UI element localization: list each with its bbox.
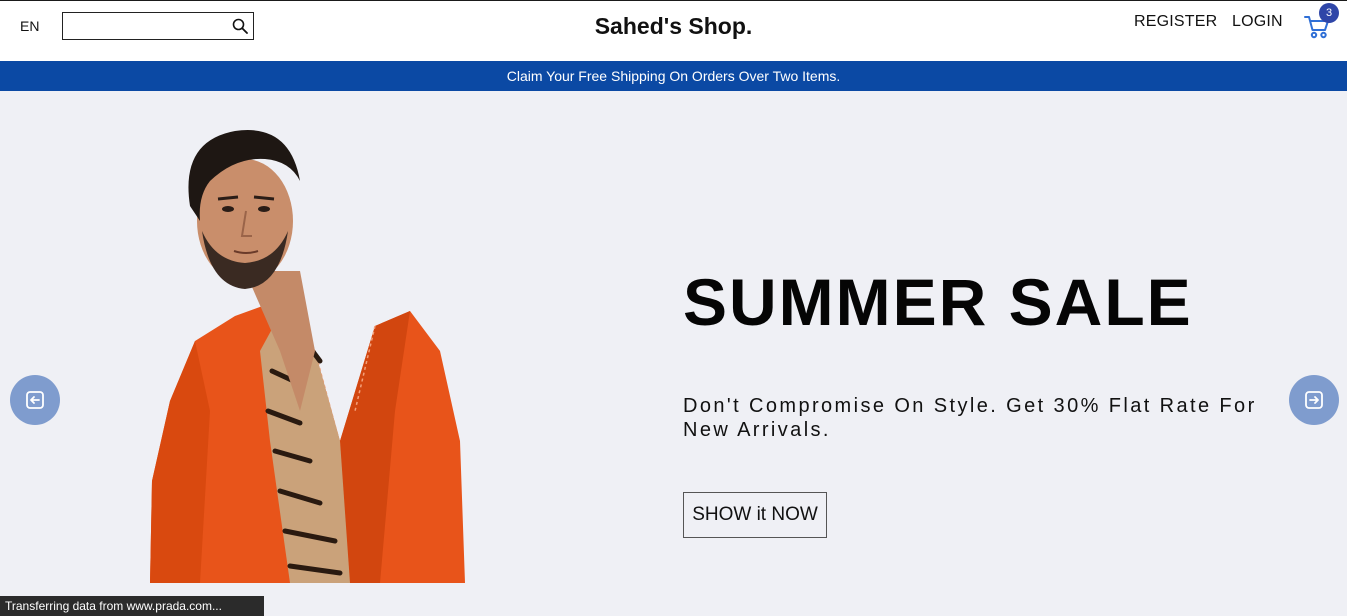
arrow-right-icon (1305, 391, 1323, 409)
slider-next-button[interactable] (1289, 375, 1339, 425)
login-link[interactable]: LOGIN (1232, 13, 1283, 31)
arrow-left-icon (26, 391, 44, 409)
search-input[interactable] (63, 13, 227, 39)
hero-description: Don't Compromise On Style. Get 30% Flat … (683, 395, 1257, 441)
slider-prev-button[interactable] (10, 375, 60, 425)
hero-model-image (150, 130, 465, 583)
language-selector[interactable]: EN (20, 18, 39, 34)
hero-title: SUMMER SALE (683, 265, 1193, 339)
announcement-bar: Claim Your Free Shipping On Orders Over … (0, 61, 1347, 91)
show-now-button[interactable]: SHOW it NOW (683, 492, 827, 538)
search-container (62, 12, 254, 40)
register-link[interactable]: REGISTER (1134, 13, 1217, 31)
browser-status-bar: Transferring data from www.prada.com... (0, 596, 264, 616)
shop-logo[interactable]: Sahed's Shop. (595, 13, 753, 39)
navbar: EN Sahed's Shop. REGISTER LOGIN 3 (0, 1, 1347, 61)
announcement-text: Claim Your Free Shipping On Orders Over … (506, 68, 841, 84)
hero-slider: SUMMER SALE Don't Compromise On Style. G… (0, 91, 1347, 616)
cart-count-badge: 3 (1319, 3, 1339, 23)
search-icon[interactable] (232, 18, 248, 34)
